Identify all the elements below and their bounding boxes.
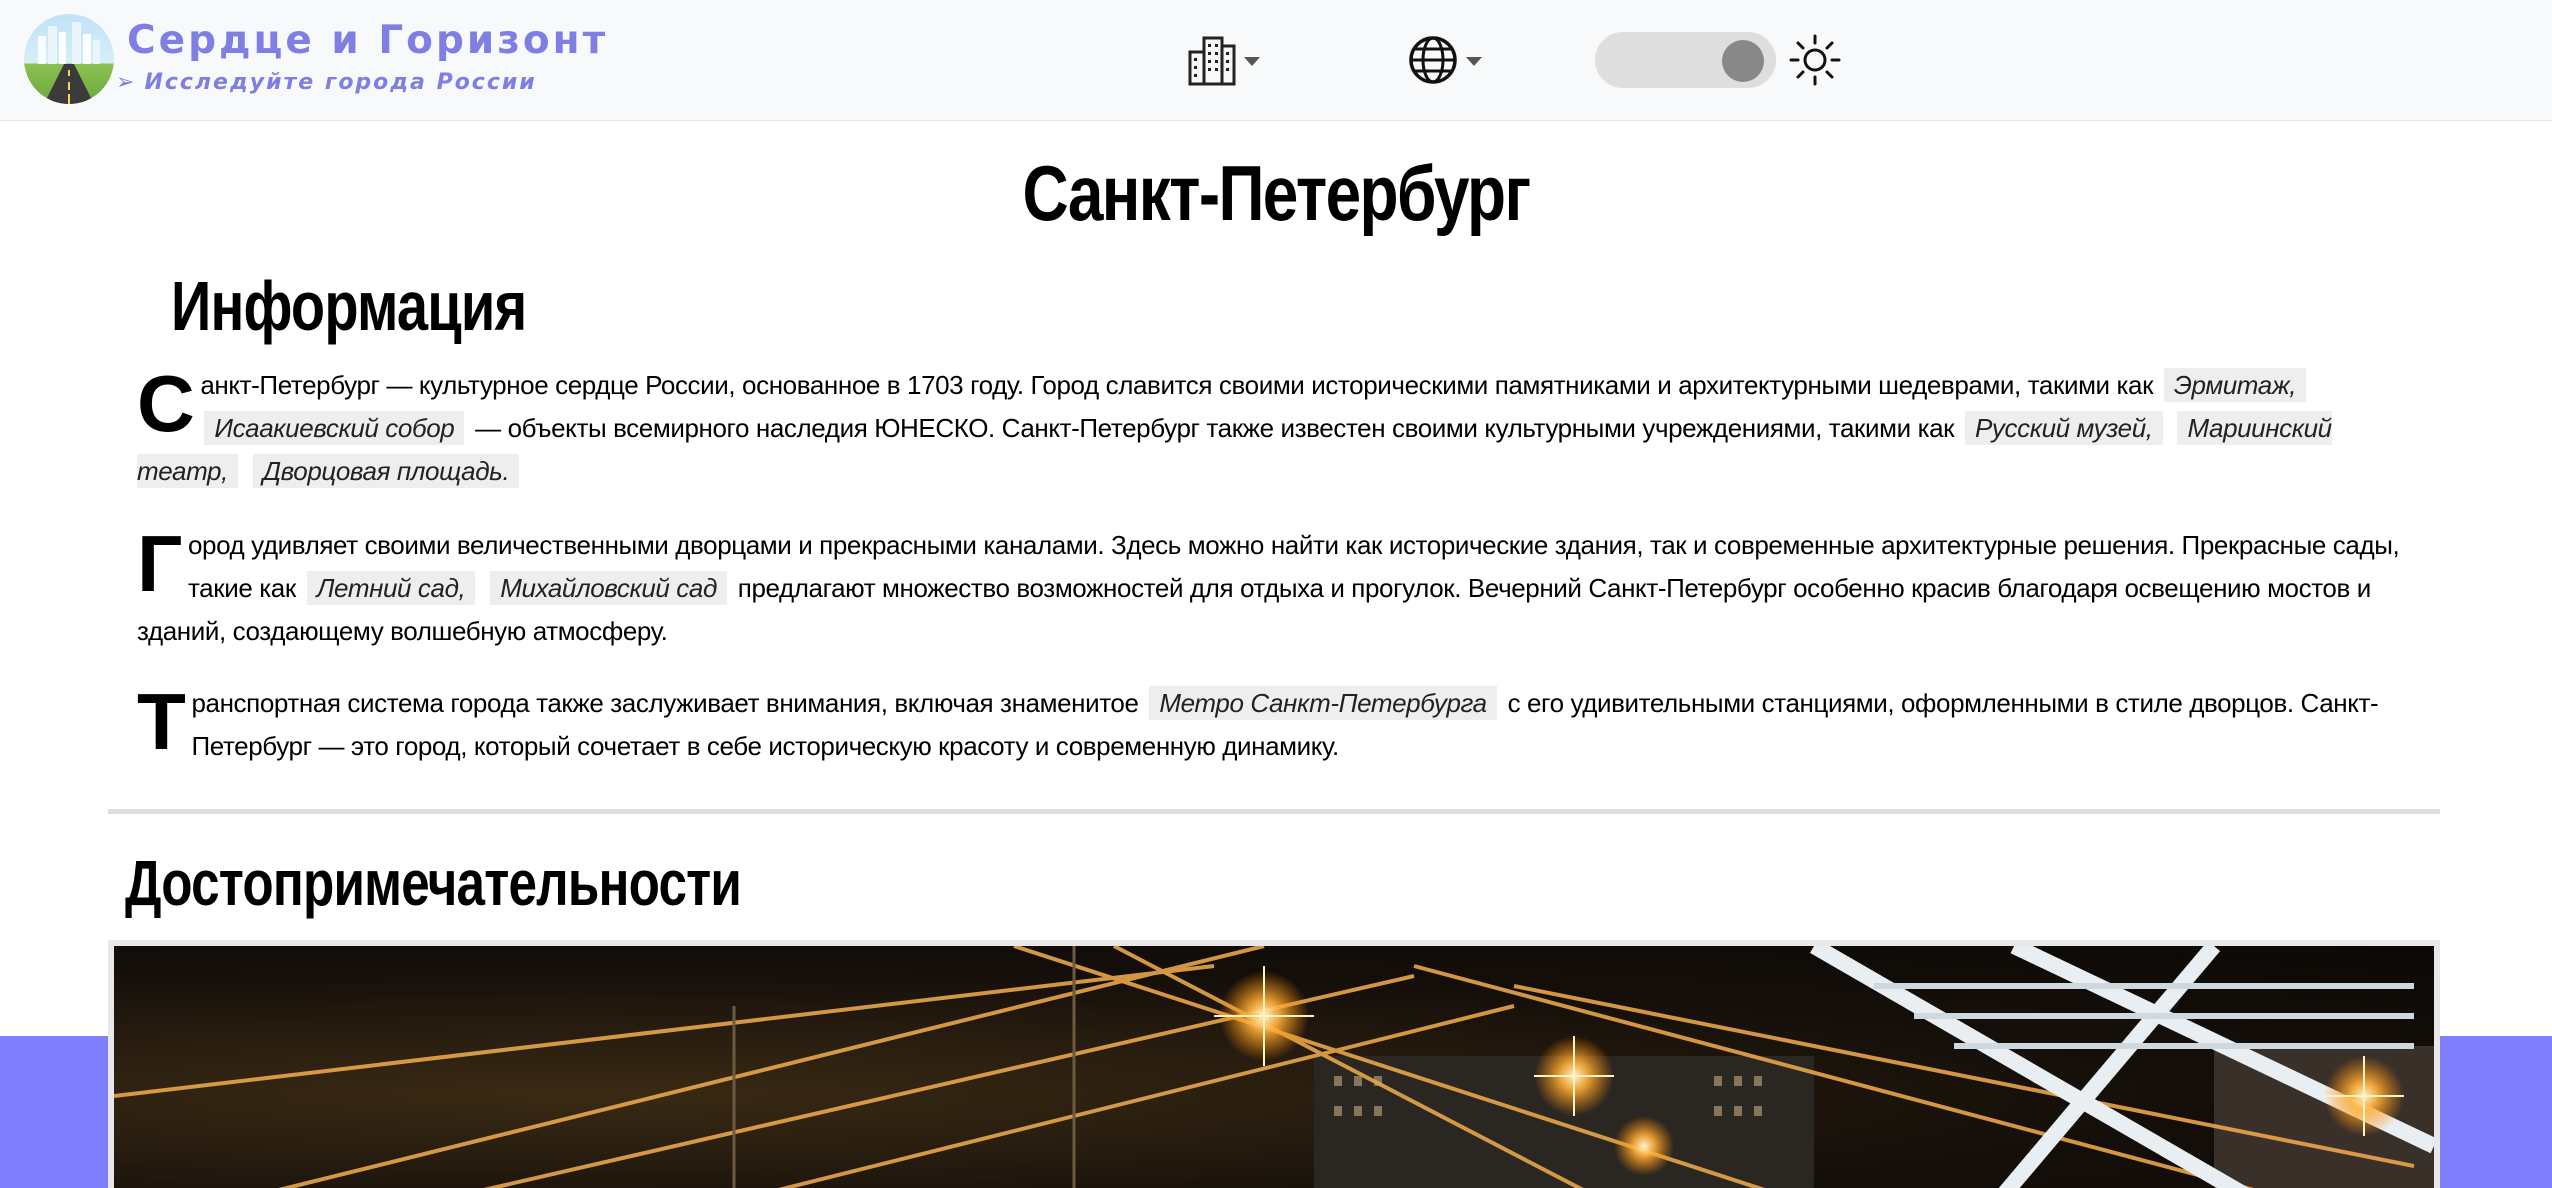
logo-image[interactable] [24,14,114,104]
brand-title[interactable]: Сердце и Горизонт [127,18,608,63]
dropcap: Г [137,519,182,608]
chevron-down-icon [1466,56,1482,66]
paragraph-text: ранспортная система города также заслужи… [191,688,1139,718]
info-paragraph-3: Транспортная система города также заслуж… [137,682,2407,768]
city-road-logo-icon [38,22,100,104]
section-divider [108,809,2440,814]
sun-icon[interactable] [1789,34,1841,86]
dropcap: Т [137,677,186,766]
brand-subtitle-text: Исследуйте города России [144,70,537,95]
sights-heading: Достопримечательности [125,847,742,919]
chevron-down-icon [1244,56,1260,66]
city-buildings-icon [1188,36,1236,86]
landmark-tag-palace-square[interactable]: Дворцовая площадь. [252,454,520,488]
arrow-icon: ➢ [116,70,137,95]
landmark-tag-metro[interactable]: Метро Санкт-Петербурга [1149,686,1497,720]
sight-photo-frame[interactable] [108,940,2440,1188]
info-heading: Информация [171,267,527,345]
globe-icon [1409,36,1457,84]
info-paragraph-2: Город удивляет своими величественными дв… [137,524,2407,653]
theme-toggle[interactable] [1595,32,1776,88]
language-dropdown[interactable] [1408,28,1482,92]
paragraph-text: — объекты всемирного наследия ЮНЕСКО. Са… [475,413,1955,443]
landmark-tag-russian-museum[interactable]: Русский музей, [1964,411,2163,445]
landmark-tag-hermitage[interactable]: Эрмитаж, [2163,368,2307,402]
landmark-tag-summer-garden[interactable]: Летний сад, [306,571,476,605]
dropcap: С [137,359,195,448]
bridge-night-photo [114,946,2434,1188]
bridge-night-image [114,946,2434,1188]
landmark-tag-mikhailovsky-garden[interactable]: Михайловский сад [490,571,727,605]
page-title: Санкт-Петербург [1022,149,1532,237]
city-dropdown[interactable] [1188,28,1260,92]
toggle-knob [1722,40,1764,82]
landmark-tag-isaac-cathedral[interactable]: Исаакиевский собор [204,411,465,445]
info-paragraph-1: Санкт-Петербург — культурное сердце Росс… [137,364,2407,493]
paragraph-text: анкт-Петербург — культурное сердце Росси… [200,370,2154,400]
brand-subtitle: ➢ Исследуйте города России [116,70,537,95]
navbar: Сердце и Горизонт ➢ Исследуйте города Рос… [0,0,2552,121]
